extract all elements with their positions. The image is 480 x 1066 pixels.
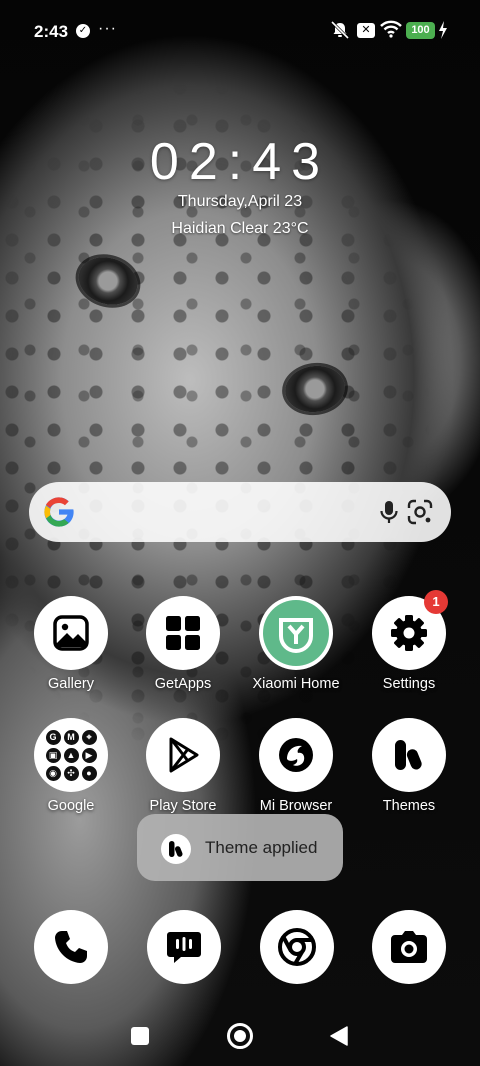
google-g-icon bbox=[44, 497, 74, 527]
phone-icon bbox=[55, 931, 87, 963]
muted-bell-icon bbox=[330, 20, 350, 40]
messages-icon bbox=[167, 932, 201, 963]
app-mi-browser[interactable]: Mi Browser bbox=[241, 718, 351, 814]
clock-widget-weather[interactable]: Haidian Clear 23°C bbox=[0, 220, 480, 238]
dock-messages[interactable] bbox=[147, 910, 221, 984]
toast-theme-applied: Theme applied bbox=[137, 814, 343, 881]
xiaomi-home-icon bbox=[259, 596, 333, 670]
folder-grid: G M ⌖ ▣ ▲ ▶ ◉ ✣ ● bbox=[45, 729, 97, 781]
folder-app-gmail: M bbox=[63, 729, 79, 745]
dock-chrome[interactable] bbox=[260, 910, 334, 984]
app-label: Google bbox=[47, 798, 95, 814]
app-getapps[interactable]: GetApps bbox=[128, 596, 238, 692]
charging-bolt-icon bbox=[439, 21, 447, 39]
app-play-store[interactable]: Play Store bbox=[128, 718, 238, 814]
folder-app-assistant: ✣ bbox=[63, 765, 79, 781]
home-button[interactable] bbox=[227, 1023, 253, 1049]
check-circle-icon: ✓ bbox=[76, 24, 90, 38]
google-folder-icon: G M ⌖ ▣ ▲ ▶ ◉ ✣ ● bbox=[34, 718, 108, 792]
mi-browser-icon bbox=[259, 718, 333, 792]
app-themes[interactable]: Themes bbox=[354, 718, 464, 814]
recents-button[interactable] bbox=[131, 1027, 149, 1045]
themes-icon bbox=[372, 718, 446, 792]
folder-app-photos: ▣ bbox=[45, 747, 61, 763]
google-lens-icon[interactable] bbox=[405, 497, 435, 527]
status-time: 2:43 bbox=[34, 22, 69, 41]
sim-x-icon: ✕ bbox=[357, 23, 375, 38]
app-xiaomi-home[interactable]: Xiaomi Home bbox=[241, 596, 351, 692]
battery-icon: 100 bbox=[406, 22, 435, 39]
back-button[interactable] bbox=[330, 1026, 348, 1046]
clock-widget-time[interactable]: 02:43 bbox=[0, 132, 480, 192]
dock-camera[interactable] bbox=[372, 910, 446, 984]
wifi-icon bbox=[380, 20, 402, 38]
play-store-icon bbox=[146, 718, 220, 792]
app-label: Settings bbox=[382, 676, 436, 692]
folder-app-chrome: ◉ bbox=[45, 765, 61, 781]
more-dots-icon: ··· bbox=[98, 20, 117, 37]
app-label: Play Store bbox=[149, 798, 217, 814]
app-settings[interactable]: 1 Settings bbox=[354, 590, 464, 692]
app-label: Themes bbox=[382, 798, 436, 814]
app-folder-google[interactable]: G M ⌖ ▣ ▲ ▶ ◉ ✣ ● Google bbox=[16, 718, 126, 814]
gallery-icon bbox=[34, 596, 108, 670]
app-gallery[interactable]: Gallery bbox=[16, 596, 126, 692]
getapps-grid-icon bbox=[146, 596, 220, 670]
app-label: Mi Browser bbox=[259, 798, 333, 814]
folder-app-maps: ⌖ bbox=[81, 729, 97, 745]
app-label: Gallery bbox=[48, 676, 94, 692]
microphone-icon[interactable] bbox=[375, 498, 403, 526]
camera-icon bbox=[391, 931, 427, 963]
app-label: Xiaomi Home bbox=[252, 676, 340, 692]
app-label: GetApps bbox=[154, 676, 212, 692]
notification-badge: 1 bbox=[424, 590, 448, 614]
google-search-bar[interactable] bbox=[29, 482, 451, 542]
toast-text: Theme applied bbox=[205, 838, 318, 857]
folder-app-meet: ● bbox=[81, 765, 97, 781]
folder-app-drive: ▲ bbox=[63, 747, 79, 763]
themes-icon bbox=[161, 834, 191, 864]
gear-icon: 1 bbox=[372, 590, 448, 670]
status-bar: 2:43 ✓ ··· ✕ 100 bbox=[0, 0, 480, 60]
folder-app-google: G bbox=[45, 729, 61, 745]
chrome-icon bbox=[278, 928, 316, 966]
clock-widget-date[interactable]: Thursday,April 23 bbox=[0, 193, 480, 211]
dock-phone[interactable] bbox=[34, 910, 108, 984]
folder-app-youtube: ▶ bbox=[81, 747, 97, 763]
